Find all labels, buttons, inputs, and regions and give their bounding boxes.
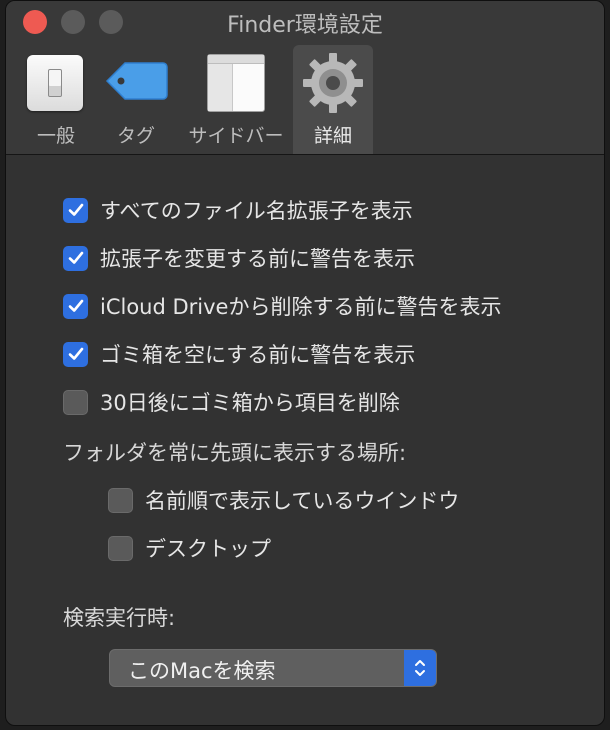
tab-tags-label: タグ [116,125,155,147]
gear-icon [303,53,363,113]
option-label: 名前順で表示しているウインドウ [145,489,460,513]
tab-advanced-label: 詳細 [313,125,352,147]
search-scope-value: このMacを検索 [128,659,276,683]
option-label: 拡張子を変更する前に警告を表示 [100,247,415,271]
tab-general[interactable]: 一般 [26,45,86,154]
option-warn-icloud-delete[interactable]: iCloud Driveから削除する前に警告を表示 [63,290,501,322]
titlebar: Finder環境設定 一般 タグ サイドバー 詳細 [6,1,604,155]
tab-sidebar[interactable]: サイドバー [181,45,291,154]
option-label: 30日後にゴミ箱から項目を削除 [100,391,400,415]
option-warn-empty-trash[interactable]: ゴミ箱を空にする前に警告を表示 [63,338,415,370]
option-warn-extension-change[interactable]: 拡張子を変更する前に警告を表示 [63,242,415,274]
preferences-toolbar: 一般 タグ サイドバー 詳細 [6,41,604,154]
option-remove-trash-after-30-days[interactable]: 30日後にゴミ箱から項目を削除 [63,386,400,418]
search-scope-popup[interactable]: このMacを検索 [109,649,437,687]
updown-chevron-icon [404,650,436,686]
search-scope-label: 検索実行時: [63,606,176,630]
tab-general-label: 一般 [36,125,75,147]
checkbox-checked[interactable] [63,341,88,367]
checkbox-checked[interactable] [63,293,88,319]
tag-icon [105,62,168,100]
option-folders-on-top-windows[interactable]: 名前順で表示しているウインドウ [108,484,459,516]
checkmark-icon [68,251,83,264]
switch-icon [27,55,83,111]
checkbox-unchecked[interactable] [108,487,133,513]
checkmark-icon [68,203,83,216]
tab-sidebar-label: サイドバー [188,125,284,147]
checkmark-icon [68,299,83,312]
option-label: すべてのファイル名拡張子を表示 [100,199,413,223]
checkbox-unchecked[interactable] [108,535,133,561]
option-show-extensions[interactable]: すべてのファイル名拡張子を表示 [63,194,413,226]
tab-advanced[interactable]: 詳細 [293,45,373,154]
checkmark-icon [68,347,83,360]
checkbox-checked[interactable] [63,197,88,223]
checkbox-unchecked[interactable] [63,389,88,415]
folders-on-top-label: フォルダを常に先頭に表示する場所: [63,441,407,465]
option-label: ゴミ箱を空にする前に警告を表示 [100,343,416,367]
finder-preferences-window: Finder環境設定 一般 タグ サイドバー 詳細 すべてのファイル名拡張子を表… [5,0,605,726]
checkbox-checked[interactable] [63,245,88,271]
option-folders-on-top-desktop[interactable]: デスクトップ [108,532,271,564]
option-label: デスクトップ [145,537,271,561]
sidebar-icon [207,54,265,112]
window-title: Finder環境設定 [227,13,383,38]
tab-tags[interactable]: タグ [101,45,171,154]
option-label: iCloud Driveから削除する前に警告を表示 [100,295,502,319]
